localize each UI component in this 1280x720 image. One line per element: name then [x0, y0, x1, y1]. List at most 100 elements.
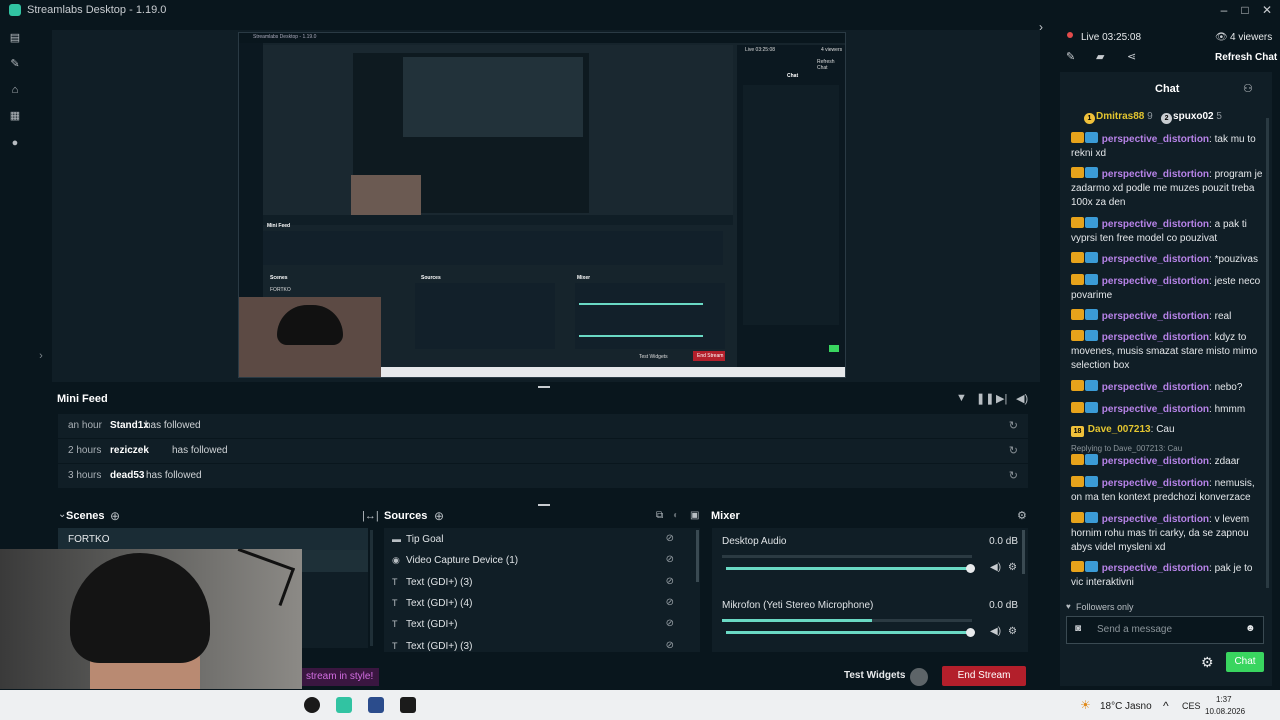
sources-list: ▬ Tip Goal ⊘ ◉ Video Capture Device (1) ⊘ T Tex…: [384, 528, 700, 652]
volume-slider[interactable]: [726, 567, 974, 570]
source-item[interactable]: T Text (GDI+) (4) ⊘: [392, 593, 692, 614]
visibility-icon[interactable]: ⊘: [666, 533, 674, 544]
weather-temp[interactable]: 18°C: [1100, 701, 1122, 712]
source-folder-icon[interactable]: ▣: [690, 510, 699, 521]
volume-slider-knob[interactable]: [966, 628, 975, 637]
expand-left-icon[interactable]: ›: [35, 350, 47, 362]
replay-icon[interactable]: ↻: [1009, 469, 1018, 482]
channel-settings-icon[interactable]: ⚙: [1008, 626, 1017, 637]
source-item[interactable]: ▬ Tip Goal ⊘: [392, 529, 692, 550]
chat-users-icon[interactable]: ⚇: [1243, 82, 1253, 95]
emote-icon[interactable]: ☻: [1245, 623, 1256, 634]
visibility-icon[interactable]: ⊘: [666, 554, 674, 565]
obs-taskbar-icon[interactable]: [304, 697, 320, 713]
stream-in-style-banner[interactable]: stream in style!: [300, 668, 380, 686]
visibility-icon[interactable]: ⊘: [666, 618, 674, 629]
chat-username[interactable]: perspective_distortion: [1102, 276, 1209, 287]
resize-handle-2-icon[interactable]: [538, 504, 550, 506]
minifeed-row: 3 hours dead53 has followed ↻: [58, 464, 1028, 488]
chat-username[interactable]: Dave_007213: [1088, 424, 1151, 435]
maximize-icon[interactable]: □: [1235, 2, 1255, 18]
chat-username[interactable]: perspective_distortion: [1102, 311, 1209, 322]
test-widgets-button[interactable]: Test Widgets: [844, 670, 905, 681]
chat-username[interactable]: perspective_distortion: [1102, 563, 1209, 574]
top-user-name[interactable]: Dmitras88: [1096, 111, 1144, 122]
chat-username[interactable]: perspective_distortion: [1102, 456, 1209, 467]
video-icon[interactable]: ▦: [9, 110, 21, 122]
app-taskbar-icon[interactable]: [400, 697, 416, 713]
pause-icon[interactable]: ❚❚: [976, 392, 994, 405]
mixer-scrollbar[interactable]: [1022, 530, 1025, 574]
source-label: Text (GDI+) (4): [406, 597, 473, 609]
mixer-settings-icon[interactable]: ⚙: [1017, 509, 1027, 522]
chat-username[interactable]: perspective_distortion: [1102, 169, 1209, 180]
source-settings-icon[interactable]: ◐: [673, 510, 679, 521]
chat-scrollbar[interactable]: [1266, 118, 1269, 588]
source-item[interactable]: T Text (GDI+) (3) ⊘: [392, 572, 692, 593]
add-scene-icon[interactable]: ⊕: [110, 509, 120, 523]
chat-username[interactable]: perspective_distortion: [1102, 134, 1209, 145]
record-icon[interactable]: ●: [9, 137, 21, 149]
minifeed-user[interactable]: dead53: [110, 470, 144, 481]
weather-desc[interactable]: Jasno: [1125, 701, 1152, 712]
chat-username[interactable]: perspective_distortion: [1102, 332, 1209, 343]
scene-item-selected[interactable]: FORTKO: [58, 528, 368, 550]
chat-settings-icon[interactable]: ⚙: [1201, 654, 1214, 671]
source-item[interactable]: T Text (GDI+) (3) ⊘: [392, 636, 692, 657]
tray-chevron-icon[interactable]: ^: [1163, 699, 1169, 713]
browser-taskbar-icon[interactable]: [368, 697, 384, 713]
scenes-scrollbar[interactable]: [370, 530, 373, 646]
edit-icon[interactable]: ✎: [1066, 50, 1075, 63]
popout-icon[interactable]: ▰: [1096, 50, 1104, 63]
resize-handle-icon[interactable]: [538, 386, 550, 388]
chat-username[interactable]: perspective_distortion: [1102, 254, 1209, 265]
minimize-icon[interactable]: –: [1214, 2, 1234, 18]
visibility-icon[interactable]: ⊘: [666, 640, 674, 651]
chat-username[interactable]: perspective_distortion: [1102, 219, 1209, 230]
minifeed-user[interactable]: Stand1x: [110, 420, 149, 431]
close-icon[interactable]: ✕: [1257, 2, 1277, 18]
channel-settings-icon[interactable]: ⚙: [1008, 562, 1017, 573]
refresh-chat-button[interactable]: Refresh Chat: [1215, 52, 1277, 63]
add-source-icon[interactable]: ⊕: [434, 509, 444, 523]
source-item[interactable]: ◉ Video Capture Device (1) ⊘: [392, 550, 692, 571]
chat-title: Chat: [1155, 83, 1180, 95]
theme-icon[interactable]: ✎: [9, 58, 21, 70]
preview-mixer-label: Mixer: [577, 275, 591, 281]
filter-icon[interactable]: ▼: [956, 392, 967, 404]
volume-slider[interactable]: [726, 631, 974, 634]
chat-username[interactable]: perspective_distortion: [1102, 404, 1209, 415]
scene-collection-icon[interactable]: |↔|: [362, 510, 379, 522]
top-user-name[interactable]: spuxo02: [1173, 111, 1214, 122]
chat-input[interactable]: ◙ Send a message ☻: [1066, 616, 1264, 644]
clock-time[interactable]: 1:37: [1216, 695, 1232, 704]
streamlabs-taskbar-icon[interactable]: [336, 697, 352, 713]
share-icon[interactable]: ⋖: [1127, 50, 1136, 63]
chat-text: real: [1214, 311, 1232, 322]
stream-preview[interactable]: Streamlabs Desktop - 1.19.0 Mini Feed Sc…: [238, 32, 846, 378]
end-stream-button[interactable]: End Stream: [942, 666, 1026, 686]
volume-icon[interactable]: ◀): [1016, 392, 1028, 405]
replay-icon[interactable]: ↻: [1009, 444, 1018, 457]
sources-scrollbar[interactable]: [696, 530, 699, 582]
store-icon[interactable]: ⌂: [9, 84, 21, 96]
volume-slider-knob[interactable]: [966, 564, 975, 573]
mute-icon[interactable]: ◀): [990, 626, 1001, 637]
mute-icon[interactable]: ◀): [990, 562, 1001, 573]
clock-date[interactable]: 10.08.2026: [1205, 707, 1245, 716]
minifeed-user[interactable]: reziczek: [110, 445, 149, 456]
source-item[interactable]: T Text (GDI+) ⊘: [392, 614, 692, 635]
editor-icon[interactable]: ▤: [9, 32, 21, 44]
replay-icon[interactable]: ↻: [1009, 419, 1018, 432]
visibility-icon[interactable]: ⊘: [666, 576, 674, 587]
age-badge: 18: [1071, 426, 1084, 437]
chat-username[interactable]: perspective_distortion: [1102, 382, 1209, 393]
language-indicator[interactable]: CES: [1182, 701, 1201, 711]
skip-icon[interactable]: ▶|: [996, 392, 1007, 405]
visibility-icon[interactable]: ⊘: [666, 597, 674, 608]
chat-username[interactable]: perspective_distortion: [1102, 478, 1209, 489]
chat-username[interactable]: perspective_distortion: [1102, 514, 1209, 525]
rec-toggle-icon[interactable]: [910, 668, 928, 686]
chat-send-button[interactable]: Chat: [1226, 652, 1264, 672]
source-group-icon[interactable]: ⧉: [656, 510, 663, 521]
